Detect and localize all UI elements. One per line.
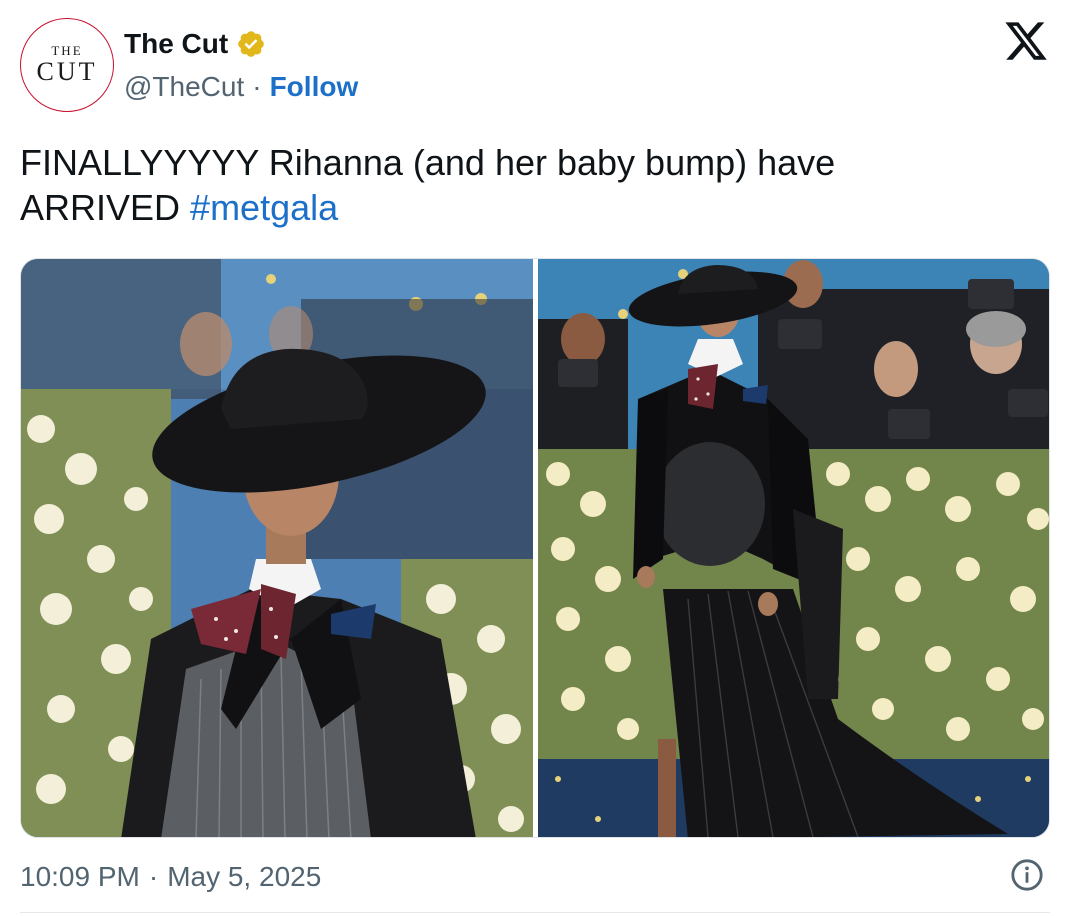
avatar-text-bottom: CUT	[36, 57, 98, 86]
timestamp-separator: ·	[148, 861, 159, 892]
tweet-text-line-1: FINALLYYYYY Rihanna (and her baby bump) …	[20, 142, 836, 183]
verified-badge-icon	[236, 29, 266, 59]
tweet-text: FINALLYYYYY Rihanna (and her baby bump) …	[20, 140, 1020, 230]
author-name-row: The Cut	[124, 26, 266, 62]
display-name[interactable]: The Cut	[124, 28, 228, 60]
tweet-text-arrived: ARRIVED	[20, 187, 181, 228]
account-handle[interactable]: @TheCut	[124, 71, 244, 103]
info-icon[interactable]	[1010, 858, 1044, 892]
tweet-card: THE CUT The Cut @TheCut · Follow FINALLY…	[0, 0, 1076, 916]
x-logo-icon[interactable]	[1002, 18, 1050, 64]
handle-separator: ·	[252, 71, 262, 102]
timestamp-row: 10:09 PM · May 5, 2025	[20, 858, 321, 896]
tweet-time[interactable]: 10:09 PM	[20, 861, 140, 893]
handle-row: @TheCut · Follow	[124, 70, 358, 104]
follow-button[interactable]: Follow	[270, 71, 359, 103]
photo-rihanna-full-length[interactable]	[538, 259, 1049, 837]
photo-rihanna-closeup[interactable]	[21, 259, 533, 837]
avatar[interactable]: THE CUT	[20, 18, 114, 112]
divider	[20, 912, 1050, 913]
avatar-text-top: THE	[51, 43, 83, 58]
tweet-date[interactable]: May 5, 2025	[167, 861, 321, 893]
media-grid	[20, 258, 1050, 838]
tweet-text-line-2: ARRIVED #metgala	[20, 185, 1020, 230]
hashtag-link[interactable]: #metgala	[190, 187, 338, 228]
